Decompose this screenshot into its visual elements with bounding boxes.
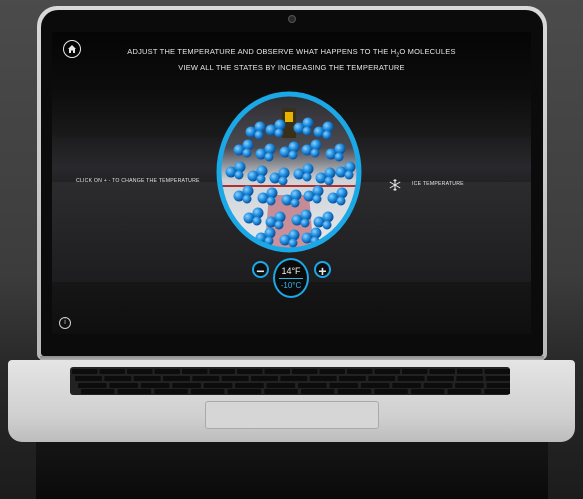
change-temperature-instruction: CLICK ON + - TO CHANGE THE TEMPERATURE [76,178,200,184]
keyboard-key [309,376,337,381]
keyboard-keys [72,369,518,394]
keyboard-key [337,389,372,394]
headline-line-1: ADJUST THE TEMPERATURE AND OBSERVE WHAT … [127,47,456,59]
keyboard-key [374,369,400,374]
keyboard-key [266,383,296,388]
keyboard-key [78,383,107,388]
keyboard-key [402,369,428,374]
keyboard-key [191,389,225,394]
keyboard-key [339,376,366,381]
temperature-display: 14°F -10°C [273,258,309,298]
stand-shadow [36,442,548,499]
keyboard-key [117,389,152,394]
keyboard-key [104,376,132,381]
keyboard-key [154,369,180,374]
info-button[interactable]: i [59,317,71,329]
keyboard-key [455,383,484,388]
keyboard-key [140,383,170,388]
keyboard-key [392,383,421,388]
keyboard-key [109,383,139,388]
keyboard-key [427,376,454,381]
keyboard-key [457,369,483,374]
keyboard-key [251,376,278,381]
headline-line-2: VIEW ALL THE STATES BY INCREASING THE TE… [178,62,405,72]
keyboard-key [264,389,298,394]
keyboard [70,367,518,395]
keyboard-key [280,376,308,381]
keyboard-key [192,376,220,381]
keyboard-key [447,389,482,394]
keyboard-key [484,389,518,394]
keyboard-key [319,369,345,374]
keyboard-key [127,369,153,374]
increase-temperature-button[interactable]: + [314,261,331,279]
trackpad [205,401,379,429]
state-label: ICE TEMPERATURE [412,181,464,187]
temperature-celsius: -10°C [279,278,303,290]
simulation-screen: ADJUST THE TEMPERATURE AND OBSERVE WHAT … [52,32,531,334]
keyboard-key [374,389,408,394]
keyboard-key [182,369,208,374]
keyboard-key [411,389,445,394]
keyboard-key [484,369,510,374]
keyboard-key [163,376,190,381]
keyboard-key [81,389,115,394]
snowflake-icon [389,179,401,191]
decrease-temperature-button[interactable]: − [252,261,269,279]
temperature-fahrenheit: 14°F [281,266,301,276]
keyboard-key [347,369,373,374]
keyboard-key [99,369,125,374]
keyboard-key [485,376,513,381]
keyboard-key [423,383,453,388]
molecule-viewport [216,91,362,253]
goal-light [285,112,293,122]
keyboard-key [172,383,201,388]
keyboard-key [75,376,102,381]
keyboard-key [298,383,327,388]
keyboard-key [154,389,188,394]
keyboard-key [301,389,335,394]
webcam [288,15,296,23]
keyboard-key [329,383,359,388]
keyboard-key [72,369,98,374]
keyboard-key [209,369,235,374]
keyboard-key [456,376,484,381]
instructions-header: ADJUST THE TEMPERATURE AND OBSERVE WHAT … [52,46,531,73]
keyboard-key [133,376,161,381]
keyboard-key [429,369,455,374]
info-icon: i [64,319,66,326]
keyboard-key [221,376,249,381]
keyboard-key [292,369,318,374]
keyboard-key [397,376,425,381]
keyboard-key [235,383,264,388]
keyboard-key [360,383,390,388]
keyboard-key [203,383,233,388]
keyboard-key [237,369,263,374]
keyboard-key [227,389,262,394]
keyboard-key [368,376,396,381]
keyboard-key [264,369,290,374]
keyboard-key [486,383,516,388]
